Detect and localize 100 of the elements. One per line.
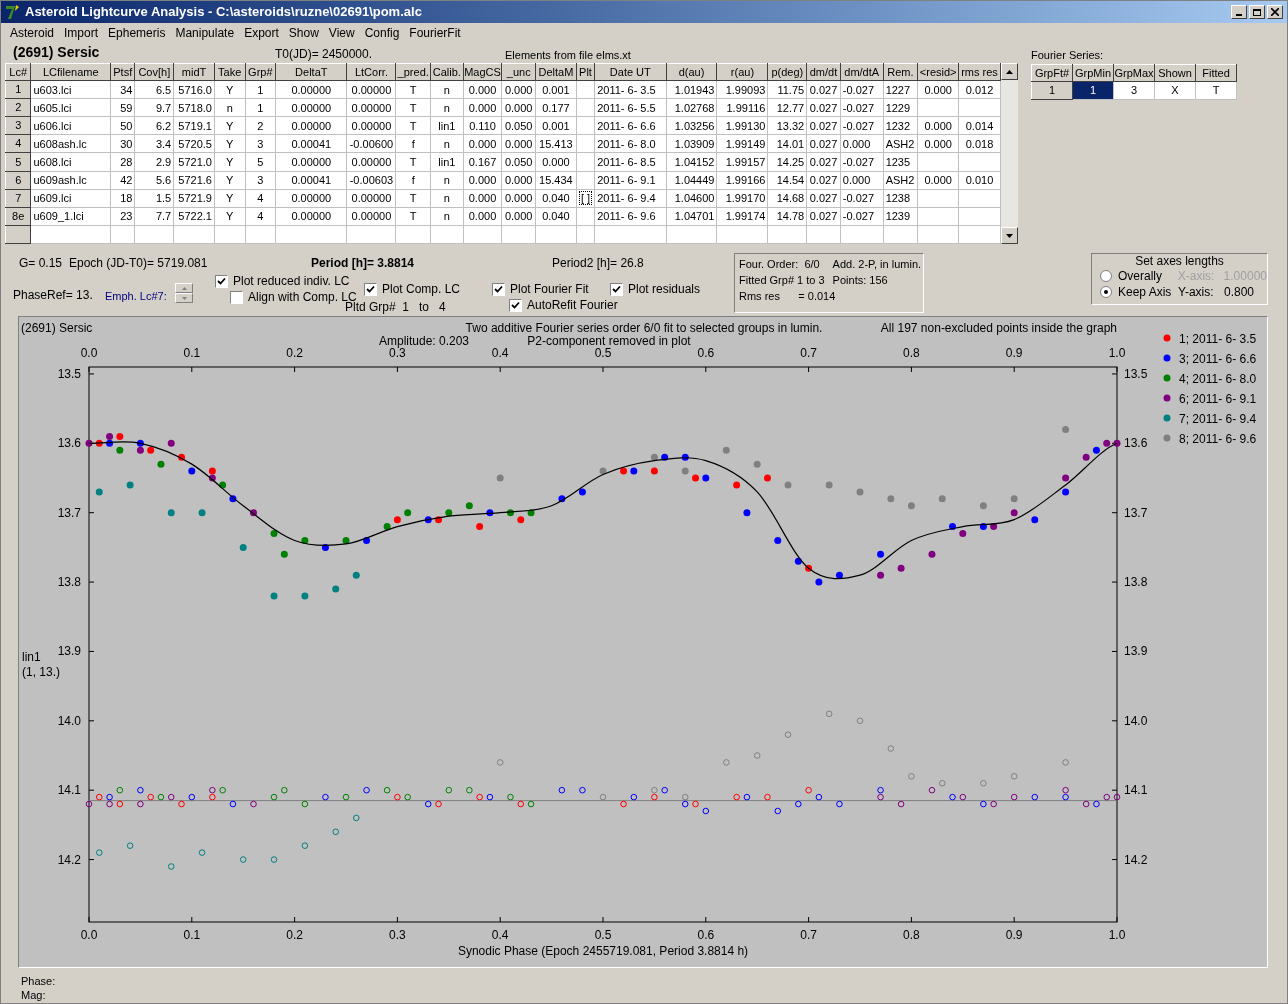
- table-cell: 14.25: [776, 156, 805, 168]
- table-cell: 1.04152: [674, 156, 715, 168]
- legend-label: 7; 2011- 6- 9.4: [1179, 412, 1257, 426]
- table-cell: Y: [226, 83, 234, 96]
- window-title: Asteroid Lightcurve Analysis - C:\asteroids\ruzne\02691\pom.alc: [25, 3, 423, 22]
- table-cell: u605.lci: [33, 101, 72, 114]
- table-cell: 0.00000: [291, 192, 332, 205]
- table-cell: 0.050: [504, 156, 533, 168]
- table-cell: -0.027: [842, 192, 874, 205]
- table-cell: 0.000: [842, 137, 871, 150]
- tick-label: 14.1: [1124, 783, 1148, 798]
- table-cell: 0.001: [542, 119, 570, 132]
- table-cell: 5721.9: [178, 192, 212, 205]
- table-cell: 0.00000: [351, 156, 392, 168]
- table-cell: Y: [226, 192, 234, 205]
- tick-label: 14.1: [57, 783, 81, 798]
- table-cell: 0.00000: [351, 119, 392, 132]
- table-cell: 2011- 6- 5.5: [597, 101, 656, 114]
- table-cell: 2011- 6- 9.6: [597, 210, 656, 223]
- checkbox-label: Plot reduced indiv. LC: [233, 273, 350, 290]
- table-cell: 0.00000: [291, 83, 332, 96]
- table-cell: u609ash.lc: [33, 174, 87, 187]
- table-cell: 12.77: [776, 101, 805, 114]
- tick-label: 0.0: [80, 346, 98, 360]
- checkbox-label: AutoRefit Fourier: [527, 297, 618, 314]
- tick-label: 14.2: [57, 852, 81, 867]
- table-cell: 0.012: [965, 83, 994, 96]
- table-cell: 5721.0: [178, 156, 212, 168]
- table-cell: n: [443, 192, 450, 205]
- info-text: Fitted Grp# 1 to 3: [739, 273, 825, 288]
- table-cell: 0.000: [504, 192, 533, 205]
- table-cell: 2011- 6- 8.0: [597, 137, 656, 150]
- table-cell: 0.027: [809, 210, 838, 223]
- tick-label: 13.7: [57, 505, 81, 520]
- table-cell: Y: [226, 156, 234, 168]
- table-cell: 9.7: [155, 101, 172, 114]
- checkbox-label: Plot residuals: [628, 281, 701, 298]
- table-cell: 34: [120, 83, 133, 96]
- tick-label: 0.3: [389, 346, 406, 360]
- table-cell: 0.167: [468, 156, 497, 168]
- table-cell: 14.78: [776, 210, 805, 223]
- legend-label: 1; 2011- 6- 3.5: [1179, 332, 1257, 346]
- table-cell: 0.000: [468, 210, 497, 223]
- info-text: Rms res = 0.014: [739, 289, 836, 304]
- tick-label: 0.6: [697, 346, 715, 360]
- table-cell: 30: [120, 137, 133, 150]
- tick-label: 0.4: [491, 928, 509, 942]
- radio-label: Overally: [1117, 268, 1163, 285]
- table-cell: 2011- 6- 6.6: [597, 119, 656, 132]
- tick-label: 0.3: [389, 928, 406, 942]
- table-cell: n: [443, 174, 450, 187]
- table-cell: 0.00000: [351, 101, 392, 114]
- table-cell: 59: [120, 101, 133, 114]
- tick-label: 13.6: [57, 436, 81, 451]
- epoch-label: Epoch (JD-T0)= 5719.081: [69, 255, 208, 272]
- table-cell: 50: [120, 119, 133, 132]
- table-cell: 5.6: [155, 174, 172, 187]
- table-cell: T: [409, 101, 417, 114]
- table-cell: -0.027: [842, 210, 874, 223]
- table-cell: 1.04701: [674, 210, 715, 223]
- table-cell: 0.00000: [351, 210, 392, 223]
- legend-label: 8; 2011- 6- 9.6: [1179, 432, 1257, 446]
- tick-label: 0.8: [903, 928, 920, 942]
- table-cell: 1.99170: [725, 192, 766, 205]
- table-cell: 1239: [885, 210, 911, 223]
- table-cell: -0.00603: [349, 174, 394, 187]
- period2-label: Period2 [h]= 26.8: [552, 255, 644, 272]
- tick-label: 0.6: [697, 928, 715, 942]
- table-cell: 0.027: [809, 101, 838, 114]
- table-cell: 5718.0: [178, 101, 212, 114]
- table-cell: n: [443, 101, 450, 114]
- table-cell: 1.04449: [674, 174, 715, 187]
- table-cell: 1.99093: [725, 83, 766, 96]
- table-cell: 13.32: [776, 119, 805, 132]
- calib-ref-label: (1, 13.): [22, 665, 60, 679]
- table-cell: 1: [257, 101, 264, 114]
- tick-label: 0.9: [1005, 346, 1023, 360]
- table-cell: 42: [120, 174, 133, 187]
- table-cell: 1.02768: [674, 101, 715, 114]
- table-cell: 0.027: [809, 192, 838, 205]
- table-cell: 2.9: [155, 156, 172, 168]
- table-cell: 15.434: [539, 174, 573, 187]
- legend-label: 4; 2011- 6- 8.0: [1179, 372, 1257, 386]
- table-cell: 1.5: [155, 192, 172, 205]
- tick-label: 0.5: [594, 928, 612, 942]
- table-cell: 1229: [885, 101, 911, 114]
- tick-label: 13.9: [1124, 644, 1148, 659]
- period-label: Period [h]= 3.8814: [311, 255, 415, 272]
- table-cell: 0.050: [504, 119, 533, 132]
- table-cell: 0.018: [965, 137, 994, 150]
- table-cell: 6.5: [155, 83, 172, 96]
- table-cell: 2011- 6- 9.4: [597, 192, 656, 205]
- table-cell: 6.2: [155, 119, 172, 132]
- table-cell: ASH2: [885, 174, 915, 187]
- table-cell: Y: [226, 119, 234, 132]
- table-cell: 1235: [885, 156, 911, 168]
- table-cell: 0.00000: [351, 83, 392, 96]
- tick-label: 14.0: [1124, 713, 1148, 728]
- tick-label: 0.8: [903, 346, 920, 360]
- tick-label: 0.1: [183, 928, 201, 942]
